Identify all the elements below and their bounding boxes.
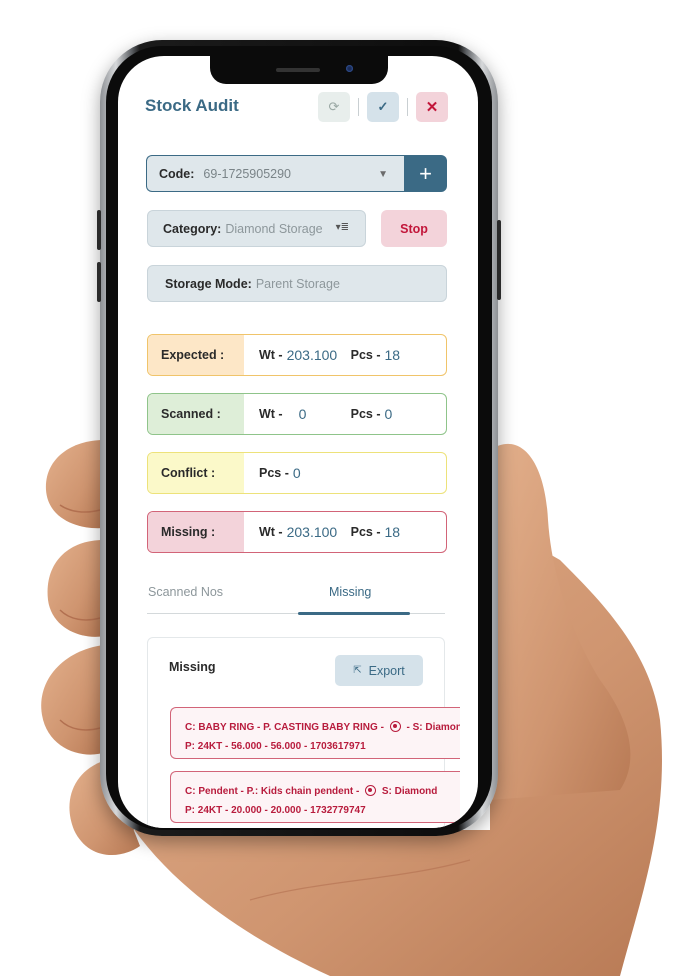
pcs-label: Pcs - <box>350 525 381 539</box>
refresh-icon: ⟳ <box>328 99 340 114</box>
pcs-label: Pcs - <box>259 466 289 480</box>
expected-pcs-value: 18 <box>384 347 401 363</box>
plus-icon: + <box>419 160 432 186</box>
add-button[interactable]: + <box>404 155 447 192</box>
stop-button[interactable]: Stop <box>381 210 447 247</box>
category-select[interactable]: Category: Diamond Storage ▾≣ <box>147 210 366 247</box>
dropdown-list-icon[interactable]: ▾≣ <box>336 222 349 233</box>
storage-mode-field: Storage Mode: Parent Storage <box>147 265 447 302</box>
expected-label: Expected : <box>148 335 244 375</box>
item-line2: P: 24KT - 56.000 - 56.000 - 1703617971 <box>185 741 366 752</box>
pcs-label: Pcs - <box>350 348 381 362</box>
list-item[interactable]: C: BABY RING - P. CASTING BABY RING - - … <box>170 707 460 759</box>
category-value: Diamond Storage <box>225 221 323 236</box>
tab-bar: Scanned Nos Missing <box>147 578 445 615</box>
phone-frame: Stock Audit ⟳ ✓ ✕ Code: 69-1725905290 ▼ … <box>97 40 501 836</box>
camera-icon <box>346 65 353 72</box>
export-icon: ⇱ <box>353 665 362 676</box>
missing-wt-value: 203.100 <box>286 524 338 540</box>
code-value: 69-1725905290 <box>203 166 292 181</box>
tab-scanned-nos[interactable]: Scanned Nos <box>148 585 223 599</box>
expected-summary: Expected : Wt - 203.100 Pcs - 18 <box>147 334 447 376</box>
close-button[interactable]: ✕ <box>416 92 448 122</box>
item-stone: - S: Diamond <box>406 722 460 733</box>
item-line1: C: Pendent - P.: Kids chain pendent - <box>185 786 360 797</box>
wt-label: Wt - <box>259 525 283 539</box>
missing-pcs-value: 18 <box>384 524 401 540</box>
chevron-down-icon[interactable]: ▼ <box>378 169 388 180</box>
stock-audit-app: Stock Audit ⟳ ✓ ✕ Code: 69-1725905290 ▼ … <box>118 56 478 828</box>
missing-summary: Missing : Wt - 203.100 Pcs - 18 <box>147 511 447 553</box>
notch <box>210 56 388 84</box>
phone-screen: Stock Audit ⟳ ✓ ✕ Code: 69-1725905290 ▼ … <box>118 56 478 828</box>
storage-mode-value: Parent Storage <box>255 276 340 291</box>
wt-label: Wt - <box>259 348 283 362</box>
confirm-button[interactable]: ✓ <box>367 92 399 122</box>
code-select[interactable]: Code: 69-1725905290 ▼ <box>146 155 404 192</box>
export-label: Export <box>368 663 405 678</box>
pcs-label: Pcs - <box>350 407 381 421</box>
scanned-pcs-value: 0 <box>384 406 393 422</box>
conflict-pcs-value: 0 <box>292 465 301 481</box>
item-stone: S: Diamond <box>381 786 438 797</box>
code-label: Code: <box>159 166 195 181</box>
tab-missing[interactable]: Missing <box>329 585 371 599</box>
item-line1: C: BABY RING - P. CASTING BABY RING - <box>185 722 384 733</box>
active-tab-indicator <box>298 612 410 615</box>
export-button[interactable]: ⇱ Export <box>335 655 423 686</box>
category-label: Category: <box>163 221 222 236</box>
wt-label: Wt - <box>259 407 283 421</box>
check-icon: ✓ <box>377 99 389 114</box>
scanned-summary: Scanned : Wt - 0 Pcs - 0 <box>147 393 447 435</box>
panel-title: Missing <box>169 660 216 674</box>
divider <box>358 98 359 116</box>
radio-icon[interactable] <box>365 785 377 796</box>
scanned-label: Scanned : <box>148 394 244 434</box>
item-line2: P: 24KT - 20.000 - 20.000 - 1732779747 <box>185 805 366 816</box>
speaker-icon <box>276 68 320 72</box>
storage-mode-label: Storage Mode: <box>165 276 252 291</box>
conflict-label: Conflict : <box>148 453 244 493</box>
scanned-wt-value: 0 <box>298 406 307 422</box>
list-item[interactable]: C: Pendent - P.: Kids chain pendent - S:… <box>170 771 460 823</box>
refresh-button[interactable]: ⟳ <box>318 92 350 122</box>
divider <box>407 98 408 116</box>
expected-wt-value: 203.100 <box>286 347 338 363</box>
radio-icon[interactable] <box>389 721 401 732</box>
volume-up-button <box>97 210 101 250</box>
close-icon: ✕ <box>425 99 439 116</box>
page-title: Stock Audit <box>145 96 239 115</box>
volume-down-button <box>97 262 101 302</box>
missing-panel: Missing ⇱ Export C: BABY RING - P. CASTI… <box>147 637 460 828</box>
power-button <box>497 220 501 300</box>
conflict-summary: Conflict : Pcs - 0 <box>147 452 447 494</box>
missing-label: Missing : <box>148 512 244 552</box>
